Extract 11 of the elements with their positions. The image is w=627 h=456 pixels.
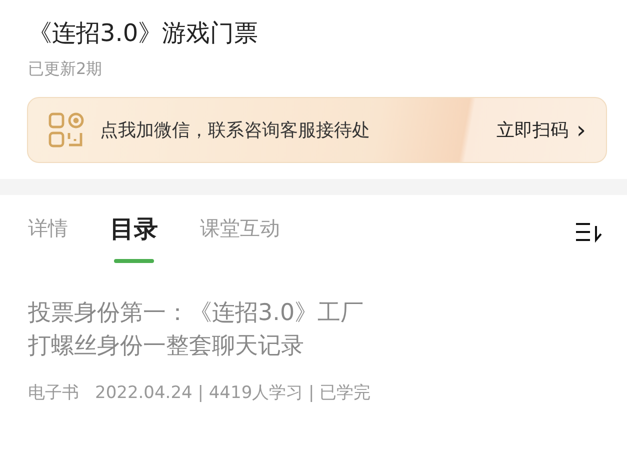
wechat-banner[interactable]: 点我加微信，联系咨询客服接待处 立即扫码 › [27, 97, 607, 164]
update-count: 已更新2期 [28, 58, 104, 80]
tab[interactable]: 目录 [110, 211, 158, 264]
content-type: 电子书 [28, 382, 79, 406]
course-title: 《连招3.0》游戏门票 [28, 18, 260, 49]
banner-text: 点我加微信，联系咨询客服接待处 [100, 118, 371, 143]
qr-code-icon [48, 112, 84, 148]
scan-now-link[interactable]: 立即扫码 › [496, 116, 586, 144]
sort-icon[interactable] [575, 221, 603, 244]
lesson-meta: 2022.04.24 | 4419人学习 | 已学完 [95, 382, 371, 406]
lesson-title[interactable]: 投票身份第一：《连招3.0》工厂打螺丝身份一整套聊天记录 [28, 297, 373, 364]
